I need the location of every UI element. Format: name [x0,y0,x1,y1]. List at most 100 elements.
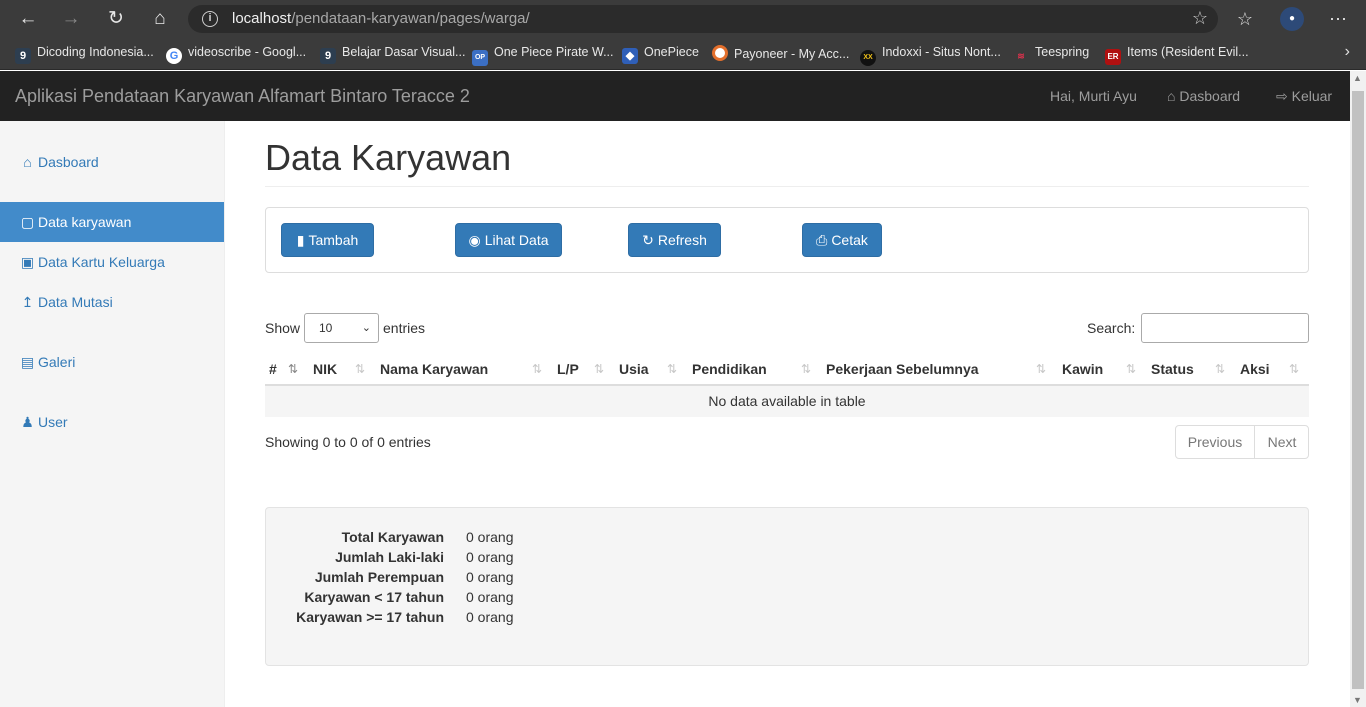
column-header-pekerjaan-sebelumnya[interactable]: Pekerjaan Sebelumnya [826,361,979,377]
refresh-button[interactable]: ↻ Refresh [628,223,721,257]
page-scrollbar[interactable]: ▲ ▼ [1350,71,1366,707]
more-menu-icon[interactable]: ⋯ [1325,6,1351,32]
address-bar[interactable]: i localhost/pendataan-karyawan/pages/war… [188,5,1218,33]
column-header-usia[interactable]: Usia [619,361,649,377]
info-icon[interactable]: i [202,11,218,27]
nav-dashboard-link[interactable]: ⌂ Dasboard [1167,88,1240,104]
sort-icon[interactable]: ⇅ [667,362,677,376]
home-icon[interactable]: ⌂ [147,6,173,32]
sort-icon[interactable]: ⇅ [1036,362,1046,376]
nav-dashboard-label: Dasboard [1179,88,1241,104]
summary-value: 0 orang [466,589,514,605]
bookmark-label: Teespring [1035,45,1090,59]
sort-icon[interactable]: ⇅ [1289,362,1299,376]
page-title: Data Karyawan [265,137,512,178]
column-header-nama-karyawan[interactable]: Nama Karyawan [380,361,488,377]
bookmark-label: Indoxxi - Situs Nont... [882,45,1001,59]
bookmark-label: Payoneer - My Acc... [734,47,850,61]
refresh-icon: ↻ [642,232,654,248]
sort-icon[interactable]: ⇅ [355,362,365,376]
bookmark-item[interactable]: Payoneer - My Acc... [712,45,849,61]
sidebar-item-dasboard[interactable]: ⌂ Dasboard [0,142,224,182]
indoxxi-icon: XX [860,50,876,66]
bookmark-item[interactable]: ER Items (Resident Evil... [1105,45,1249,65]
bookmark-item[interactable]: OP One Piece Pirate W... [472,45,614,66]
sidebar-item-user[interactable]: ♟ User [0,402,224,442]
column-header-lp[interactable]: L/P [557,361,579,377]
bookmark-item[interactable]: ◆ OnePiece [622,45,699,64]
summary-panel: Total Karyawan 0 orang Jumlah Laki-laki … [265,507,1309,666]
bookmark-item[interactable]: 9 Belajar Dasar Visual... [320,45,465,64]
user-icon: ♟ [21,414,34,430]
sort-icon[interactable]: ⇅ [594,362,604,376]
forward-icon[interactable]: → [58,6,84,32]
user-greeting: Hai, Murti Ayu [1050,88,1137,104]
sidebar-item-label: User [38,414,68,430]
reload-icon[interactable]: ↻ [103,6,129,32]
show-label: Show [265,320,301,336]
column-header-number[interactable]: # [269,361,277,377]
nav-logout-link[interactable]: ⇨ Keluar [1276,88,1332,105]
column-header-kawin[interactable]: Kawin [1062,361,1103,377]
tambah-button[interactable]: ▮ Tambah [281,223,374,257]
entries-length-select[interactable]: 10 ⌄ [304,313,379,343]
profile-avatar[interactable]: ● [1280,7,1304,31]
search-input[interactable] [1141,313,1309,343]
summary-value: 0 orang [466,609,514,625]
brand-title[interactable]: Aplikasi Pendataan Karyawan Alfamart Bin… [15,86,470,107]
teespring-icon: ≋ [1017,51,1025,61]
sidebar: ⌂ Dasboard ▢ Data karyawan ▣ Data Kartu Kel… [0,121,225,707]
sidebar-item-data-karyawan[interactable]: ▢ Data karyawan [0,202,224,242]
column-header-aksi[interactable]: Aksi [1240,361,1270,377]
scroll-thumb[interactable] [1352,91,1364,689]
scroll-down-icon[interactable]: ▼ [1353,695,1362,705]
bookmark-item[interactable]: XX Indoxxi - Situs Nont... [860,45,1001,66]
sort-icon[interactable]: ⇅ [801,362,811,376]
sidebar-item-label: Galeri [38,354,76,370]
sort-icon[interactable]: ⇅ [532,362,542,376]
print-icon: ⎙ [816,232,828,248]
sort-icon[interactable]: ⇅ [1215,362,1225,376]
sidebar-item-label: Dasboard [38,154,99,170]
tambah-label: Tambah [308,232,359,248]
url-text[interactable]: localhost/pendataan-karyawan/pages/warga… [232,10,530,27]
dicoding-icon: 9 [15,48,31,64]
favorites-icon[interactable]: ☆ [1232,6,1258,32]
sidebar-item-galeri[interactable]: ▤ Galeri [0,342,224,382]
column-header-status[interactable]: Status [1151,361,1194,377]
summary-label: Karyawan < 17 tahun [304,589,444,605]
sidebar-item-label: Data Mutasi [38,294,113,310]
lihat-data-label: Lihat Data [484,232,549,248]
column-header-nik[interactable]: NIK [313,361,337,377]
bookmark-item[interactable]: ≋ Teespring [1013,45,1089,64]
search-label: Search: [1087,320,1136,336]
logout-icon: ⇨ [1276,88,1288,104]
previous-button[interactable]: Previous [1176,426,1254,458]
home-icon: ⌂ [23,154,32,170]
next-button[interactable]: Next [1255,426,1309,458]
bookmark-label: Dicoding Indonesia... [37,45,154,59]
add-favorite-icon[interactable]: ☆ [1192,8,1208,29]
inbox-icon: ▣ [20,254,35,270]
onepiece-icon: OP [472,50,488,66]
app-navbar: Aplikasi Pendataan Karyawan Alfamart Bin… [0,71,1350,121]
sort-icon[interactable]: ⇅ [1126,362,1136,376]
sort-asc-icon[interactable]: ⇅ [288,362,298,376]
column-header-pendidikan[interactable]: Pendidikan [692,361,767,377]
lihat-data-button[interactable]: ◉ Lihat Data [455,223,562,257]
summary-label: Jumlah Perempuan [314,569,444,585]
sidebar-item-data-kartu-keluarga[interactable]: ▣ Data Kartu Keluarga [0,242,224,282]
re-icon: ER [1105,49,1121,65]
cetak-button[interactable]: ⎙ Cetak [802,223,882,257]
summary-label: Jumlah Laki-laki [335,549,444,565]
bookmark-item[interactable]: 9 Dicoding Indonesia... [15,45,154,64]
bookmark-item[interactable]: Gvideoscribe - Googl... [166,45,306,64]
chevron-right-icon[interactable]: › [1345,43,1350,61]
chevron-down-icon: ⌄ [361,322,371,334]
sidebar-item-data-mutasi[interactable]: ↥ Data Mutasi [0,282,224,322]
eye-icon: ◉ [468,232,481,248]
action-panel: ▮ Tambah ◉ Lihat Data ↻ Refresh ⎙ Cetak [265,207,1309,273]
back-icon[interactable]: ← [15,6,41,32]
shield-icon: ◆ [622,48,638,64]
scroll-up-icon[interactable]: ▲ [1353,73,1362,83]
